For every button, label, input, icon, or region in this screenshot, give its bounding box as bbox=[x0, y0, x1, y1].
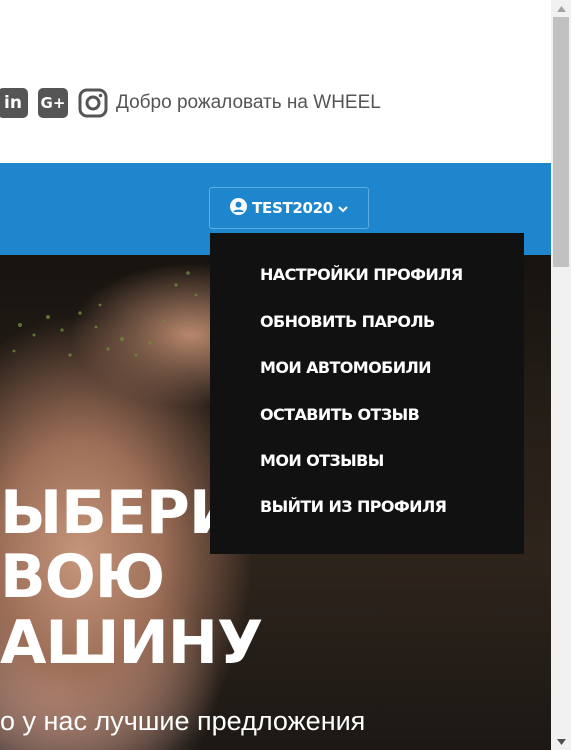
user-menu-label: TEST2020 bbox=[252, 199, 333, 217]
top-bar: in G+ Добро рожаловать на WHEEL bbox=[0, 0, 551, 163]
linkedin-icon[interactable]: in bbox=[0, 88, 28, 118]
hero-subtitle: о у нас лучшие предложения bbox=[0, 706, 366, 736]
menu-item-profile-settings[interactable]: НАСТРОЙКИ ПРОФИЛЯ bbox=[260, 265, 463, 284]
google-plus-icon[interactable]: G+ bbox=[38, 88, 68, 118]
menu-item-update-password[interactable]: ОБНОВИТЬ ПАРОЛЬ bbox=[260, 312, 435, 331]
welcome-text: Добро рожаловать на WHEEL bbox=[116, 92, 381, 113]
scroll-up-arrow-icon[interactable] bbox=[551, 0, 571, 17]
chevron-down-icon bbox=[338, 199, 348, 217]
scrollbar-thumb[interactable] bbox=[553, 17, 569, 267]
scroll-down-arrow-icon[interactable] bbox=[551, 733, 571, 750]
menu-item-my-reviews[interactable]: МОИ ОТЗЫВЫ bbox=[260, 451, 384, 470]
gplus-glyph: G+ bbox=[40, 94, 66, 112]
hero-title-line-1: ЫБЕРИ bbox=[0, 478, 239, 548]
user-dropdown-menu: НАСТРОЙКИ ПРОФИЛЯ ОБНОВИТЬ ПАРОЛЬ МОИ АВ… bbox=[210, 233, 524, 554]
menu-item-leave-review[interactable]: ОСТАВИТЬ ОТЗЫВ bbox=[260, 405, 420, 424]
menu-item-logout[interactable]: ВЫЙТИ ИЗ ПРОФИЛЯ bbox=[260, 497, 447, 516]
menu-item-my-cars[interactable]: МОИ АВТОМОБИЛИ bbox=[260, 358, 432, 377]
hero-title-line-2: ВОЮ bbox=[0, 542, 165, 612]
instagram-icon[interactable] bbox=[78, 88, 108, 118]
user-circle-icon bbox=[230, 197, 248, 219]
social-links: in G+ Добро рожаловать на WHEEL bbox=[0, 87, 381, 119]
linkedin-glyph: in bbox=[4, 93, 22, 113]
vertical-scrollbar[interactable] bbox=[551, 0, 571, 750]
hero-title-line-3: АШИНУ bbox=[0, 608, 263, 678]
user-menu-button[interactable]: TEST2020 bbox=[209, 187, 369, 229]
